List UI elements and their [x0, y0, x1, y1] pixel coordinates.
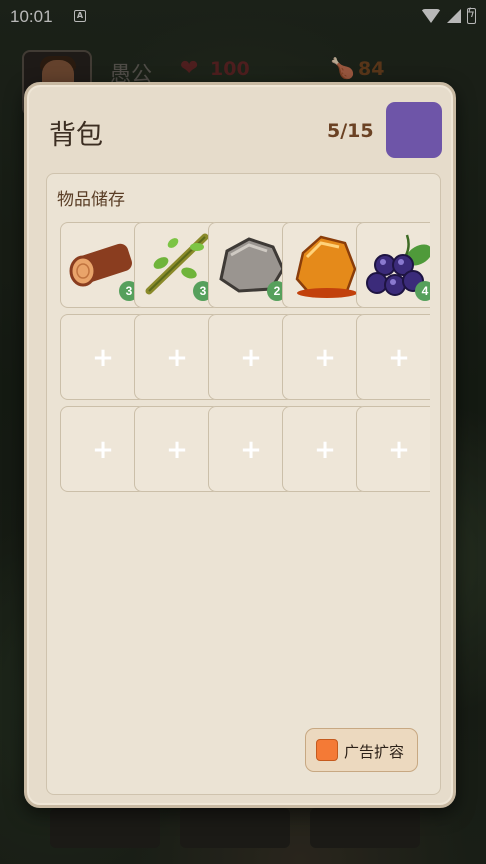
inventory-slot-berries[interactable]: 4 [356, 222, 430, 308]
modal-title: 背包 [49, 120, 103, 151]
item-storage-panel: 物品储存 3 3 2 4 + + + + + + + + + + 广告扩容 [46, 173, 441, 795]
amber-resin-icon [295, 235, 357, 298]
inventory-grid: 3 3 2 4 + + + + + + + + + + [60, 222, 430, 494]
item-count: 4 [415, 281, 430, 301]
plus-icon: + [314, 435, 336, 465]
expand-icon [316, 739, 338, 761]
inventory-slot-empty[interactable]: + [356, 406, 430, 492]
plus-icon: + [92, 343, 114, 373]
ad-expand-button[interactable]: 广告扩容 [305, 728, 418, 772]
plus-icon: + [388, 435, 410, 465]
backpack-modal: 背包 5/15 物品储存 3 3 2 4 + + + + + + + + + +… [24, 82, 456, 808]
close-button[interactable] [386, 102, 442, 158]
plus-icon: + [314, 343, 336, 373]
plus-icon: + [388, 343, 410, 373]
plus-icon: + [240, 343, 262, 373]
capacity-counter: 5/15 [327, 120, 374, 142]
expand-button-label: 广告扩容 [344, 743, 405, 761]
plus-icon: + [240, 435, 262, 465]
plus-icon: + [166, 435, 188, 465]
inventory-slot-empty[interactable]: + [356, 314, 430, 400]
plus-icon: + [166, 343, 188, 373]
storage-label: 物品储存 [57, 190, 125, 210]
plus-icon: + [92, 435, 114, 465]
